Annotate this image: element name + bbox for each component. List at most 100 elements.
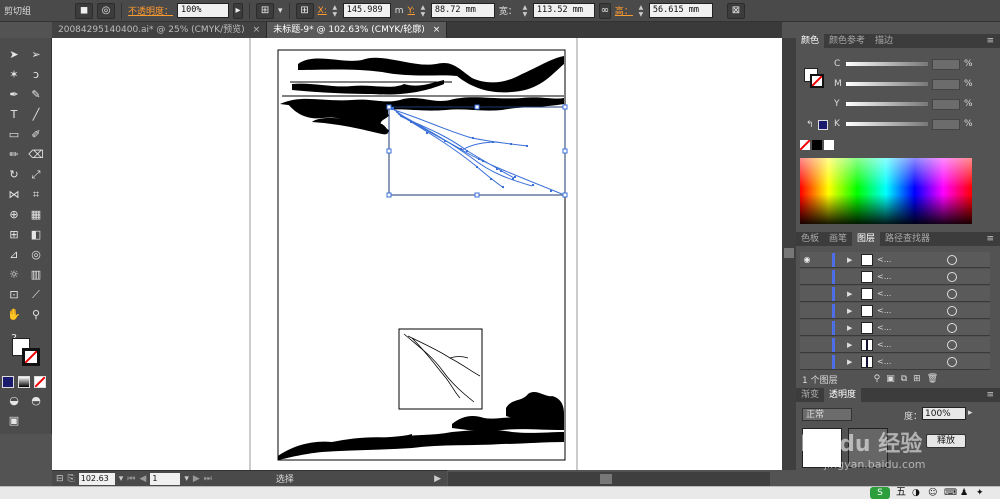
layer-name[interactable]: <... (877, 289, 943, 298)
ime-indicator[interactable]: S (870, 487, 890, 499)
perspective-grid-tool-icon[interactable]: ▦ (26, 206, 46, 224)
zoom-dropdown-icon[interactable]: ▾ (119, 474, 124, 484)
slider-m[interactable]: M % (834, 78, 984, 90)
target-circle-icon[interactable] (947, 254, 957, 265)
horizontal-scrollbar[interactable] (448, 472, 770, 486)
make-clipping-mask-icon[interactable]: ▣ (886, 374, 895, 384)
ime-keyboard-icon[interactable]: ⌨ (944, 487, 957, 499)
layer-name[interactable]: <... (877, 323, 943, 332)
recolor-artwork-icon[interactable]: ⊞ (256, 2, 275, 19)
lasso-tool-icon[interactable]: ↄ (26, 66, 46, 84)
share-icon[interactable]: ⎘ (68, 474, 75, 484)
target-circle-icon[interactable] (947, 305, 957, 316)
slider-y[interactable]: Y % (834, 98, 984, 110)
gradient-tool-icon[interactable]: ◧ (26, 226, 46, 244)
color-spectrum[interactable] (800, 158, 972, 224)
next-artboard-icon[interactable]: ▶ (193, 474, 200, 484)
pen-tool-icon[interactable]: ✒ (4, 86, 24, 104)
gamut-swatch[interactable] (818, 120, 828, 130)
direct-selection-tool-icon[interactable]: ➢ (26, 46, 46, 64)
tab-gradient[interactable]: 渐变 (796, 388, 824, 402)
expand-arrow-icon[interactable]: ▶ (847, 307, 857, 315)
magic-wand-tool-icon[interactable]: ✶ (4, 66, 24, 84)
x-stepper-icon[interactable]: ▲ ▼ (331, 4, 339, 18)
artboard-tool-icon[interactable]: ⊡ (4, 286, 24, 304)
tab-stroke[interactable]: 描边 (870, 34, 898, 48)
reference-point-icon[interactable]: ⊞ (295, 2, 314, 19)
y-input[interactable]: 88.72 mm (430, 3, 495, 18)
line-tool-icon[interactable]: ╱ (26, 106, 46, 124)
target-circle-icon[interactable] (947, 339, 957, 350)
rectangle-tool-icon[interactable]: ▭ (4, 126, 24, 144)
y-stepper-icon[interactable]: ▲ ▼ (419, 4, 427, 18)
panel-menu-icon[interactable]: ≡ (986, 232, 1000, 246)
artboard-number-input[interactable]: 1 (150, 472, 181, 485)
layer-row[interactable]: ▶ <... (800, 303, 990, 319)
edit-contents-icon[interactable]: ◎ (97, 2, 116, 19)
screen-mode-icon[interactable]: ▣ (4, 412, 24, 430)
ime-user-icon[interactable]: ♟ (960, 487, 968, 499)
slider-track[interactable] (846, 122, 928, 126)
expand-arrow-icon[interactable]: ▶ (847, 324, 857, 332)
channel-input[interactable] (932, 98, 960, 110)
new-sublayer-icon[interactable]: ⧉ (901, 374, 907, 384)
target-circle-icon[interactable] (947, 271, 957, 282)
gradient-mode-icon[interactable] (18, 376, 30, 388)
tab-swatches[interactable]: 色板 (796, 232, 824, 246)
x-input[interactable]: 145.989 (342, 3, 391, 18)
target-circle-icon[interactable] (947, 356, 957, 367)
slider-track[interactable] (846, 102, 928, 106)
out-of-gamut-icon[interactable]: ↰ (806, 120, 814, 130)
channel-input[interactable] (932, 118, 960, 130)
zoom-tool-icon[interactable]: ⚲ (26, 306, 46, 324)
canvas[interactable] (52, 38, 782, 470)
height-stepper-icon[interactable]: ▲ ▼ (637, 4, 645, 18)
none-mode-icon[interactable] (34, 376, 46, 388)
draw-mode-icon[interactable]: ◒ (4, 392, 24, 410)
free-transform-tool-icon[interactable]: ⌗ (26, 186, 46, 204)
isolate-group-icon[interactable]: ◼ (75, 2, 94, 19)
opacity-label[interactable]: 不透明度： (128, 4, 173, 17)
target-circle-icon[interactable] (947, 322, 957, 333)
panel-menu-icon[interactable]: ≡ (986, 388, 1000, 402)
type-tool-icon[interactable]: T (4, 106, 24, 124)
target-circle-icon[interactable] (947, 288, 957, 299)
curvature-tool-icon[interactable]: ✎ (26, 86, 46, 104)
layer-row[interactable]: ▶ <... (800, 354, 990, 370)
status-mode-text[interactable]: 选择 (276, 472, 294, 485)
layer-name[interactable]: <... (877, 272, 943, 281)
artboard-nav-icon[interactable]: ⊟ (56, 474, 64, 484)
width-tool-icon[interactable]: ⋈ (4, 186, 24, 204)
width-input[interactable]: 113.52 mm (532, 3, 595, 18)
mesh-tool-icon[interactable]: ⊞ (4, 226, 24, 244)
symbol-sprayer-tool-icon[interactable]: ☼ (4, 266, 24, 284)
tab-transparency[interactable]: 透明度 (824, 388, 862, 402)
pencil-tool-icon[interactable]: ✏ (4, 146, 24, 164)
artboard-dropdown-icon[interactable]: ▾ (184, 474, 189, 484)
close-icon[interactable]: × (433, 22, 441, 38)
scale-tool-icon[interactable]: ⤢ (26, 166, 46, 184)
channel-input[interactable] (932, 78, 960, 90)
opacity-input[interactable]: 100% (177, 3, 230, 18)
ime-punctuation-icon[interactable]: ◑ (912, 487, 920, 499)
vertical-scrollbar[interactable] (782, 38, 796, 470)
black-swatch[interactable] (812, 140, 822, 150)
new-layer-icon[interactable]: ⊞ (913, 374, 921, 384)
tab-document-2[interactable]: 未标题-9* @ 102.63% (CMYK/轮廓) × (267, 22, 448, 38)
tab-color[interactable]: 颜色 (796, 34, 825, 48)
expand-arrow-icon[interactable]: ▶ (847, 358, 857, 366)
prev-artboard-icon[interactable]: ◀ (139, 474, 146, 484)
blend-mode-select[interactable]: 正常 (802, 408, 852, 421)
opacity-dropdown-icon[interactable]: ▸ (233, 2, 244, 19)
layer-name[interactable]: <... (877, 340, 943, 349)
locate-object-icon[interactable]: ⚲ (874, 374, 881, 384)
layer-row[interactable]: ◉ ▶ <... (800, 252, 990, 268)
tab-document-1[interactable]: 20084295140400.ai* @ 25% (CMYK/预览) × (52, 22, 268, 38)
height-input[interactable]: 56.615 mm (648, 3, 713, 18)
slider-c[interactable]: C % (834, 58, 984, 70)
first-artboard-icon[interactable]: ⏮ (127, 474, 135, 484)
scroll-thumb[interactable] (784, 248, 794, 258)
layer-row[interactable]: ▶ <... (800, 286, 990, 302)
eraser-tool-icon[interactable]: ⌫ (26, 146, 46, 164)
paintbrush-tool-icon[interactable]: ✐ (26, 126, 46, 144)
